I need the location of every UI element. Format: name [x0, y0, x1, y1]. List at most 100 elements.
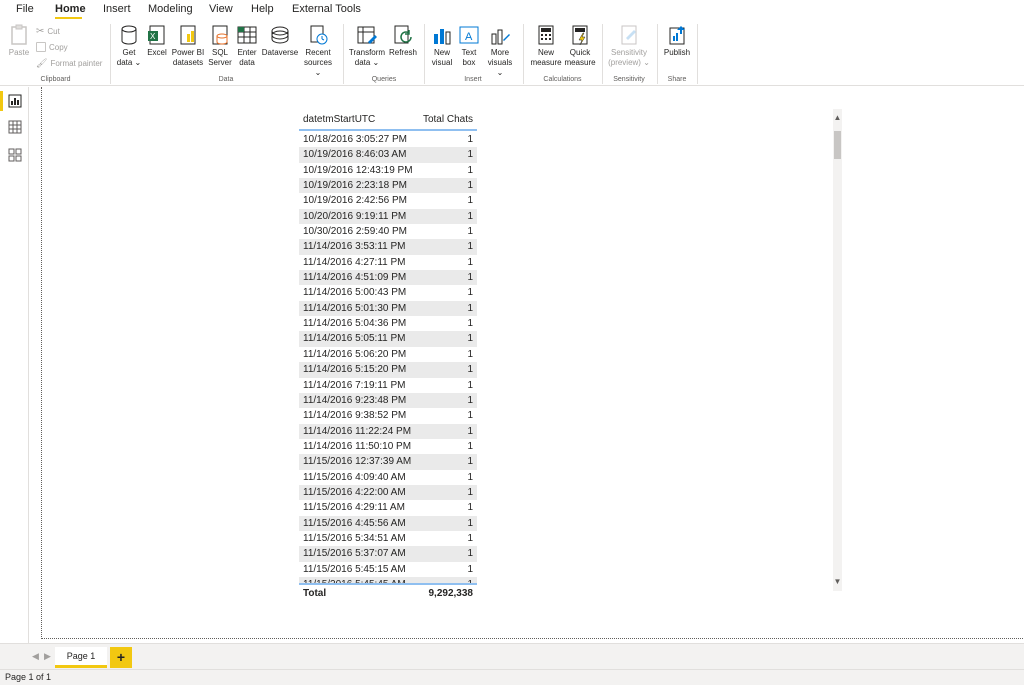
next-page-icon[interactable]: ▶ [44, 651, 51, 662]
total-chats-cell: 1 [467, 348, 473, 360]
menu-insert[interactable]: Insert [103, 3, 131, 15]
recent-sources-label: Recent sources ⌄ [303, 48, 332, 77]
datetime-cell: 10/19/2016 2:42:56 PM [303, 195, 407, 207]
table-row[interactable]: 11/15/2016 5:37:07 AM 1 [299, 546, 477, 562]
scrollbar-thumb[interactable] [834, 131, 841, 159]
menu-home[interactable]: Home [55, 3, 86, 15]
menu-external-tools[interactable]: External Tools [292, 3, 361, 15]
format-painter-button[interactable]: 🖌 Format painter [36, 58, 102, 69]
svg-text:A: A [465, 31, 473, 43]
table-visual[interactable]: datetmStartUTC Total Chats 10/18/2016 3:… [299, 109, 477, 601]
report-view-button[interactable] [0, 89, 29, 113]
datetime-cell: 11/15/2016 4:29:11 AM [303, 502, 405, 514]
refresh-icon [392, 24, 414, 46]
table-row[interactable]: 11/15/2016 12:37:39 AM 1 [299, 454, 477, 470]
datetime-cell: 11/14/2016 5:04:36 PM [303, 318, 407, 330]
excel-button[interactable]: X Excel [145, 24, 169, 58]
table-row[interactable]: 11/15/2016 4:09:40 AM 1 [299, 470, 477, 485]
table-total-row: Total 9,292,338 [299, 583, 477, 601]
table-row[interactable]: 11/14/2016 5:06:20 PM 1 [299, 347, 477, 362]
table-row[interactable]: 11/15/2016 4:22:00 AM 1 [299, 484, 477, 501]
table-row[interactable]: 11/14/2016 5:05:11 PM 1 [299, 331, 477, 347]
share-group-label: Share [667, 76, 687, 83]
datetime-cell: 11/15/2016 5:37:07 AM [303, 548, 406, 560]
total-chats-cell: 1 [467, 210, 473, 222]
menu-file[interactable]: File [16, 3, 34, 15]
paste-button[interactable]: Paste [8, 24, 30, 58]
table-row[interactable]: 11/14/2016 7:19:11 PM 1 [299, 378, 477, 393]
total-chats-cell: 1 [467, 302, 473, 314]
total-chats-cell: 1 [467, 180, 473, 192]
new-measure-button[interactable]: New measure [529, 24, 563, 68]
column-header-total-chats[interactable]: Total Chats [423, 114, 473, 125]
total-chats-cell: 1 [467, 440, 473, 452]
datetime-cell: 11/15/2016 12:37:39 AM [303, 456, 412, 468]
publish-button[interactable]: Publish [662, 24, 692, 58]
copy-icon [36, 42, 46, 52]
data-view-button[interactable] [0, 115, 29, 139]
table-row[interactable]: 11/14/2016 11:50:10 PM 1 [299, 439, 477, 454]
scroll-up-icon[interactable]: ▲ [833, 113, 842, 123]
table-row[interactable]: 11/14/2016 5:04:36 PM 1 [299, 316, 477, 331]
table-row[interactable]: 10/30/2016 2:59:40 PM 1 [299, 224, 477, 239]
table-body: 10/18/2016 3:05:27 PM 1 10/19/2016 8:46:03… [299, 132, 477, 583]
datetime-cell: 11/15/2016 4:45:56 AM [303, 517, 406, 529]
sensitivity-button[interactable]: Sensitivity (preview) ⌄ [607, 24, 651, 68]
table-row[interactable]: 11/14/2016 5:01:30 PM 1 [299, 300, 477, 317]
calculator-icon [535, 24, 557, 46]
group-divider [657, 24, 658, 84]
table-row[interactable]: 10/19/2016 2:23:18 PM 1 [299, 178, 477, 194]
text-box-button[interactable]: A Text box [457, 24, 481, 68]
scroll-down-icon[interactable]: ▼ [833, 577, 842, 587]
table-row[interactable]: 11/15/2016 4:29:11 AM 1 [299, 500, 477, 515]
menu-modeling[interactable]: Modeling [148, 3, 193, 15]
page-tab-1[interactable]: Page 1 [55, 647, 107, 668]
power-bi-datasets-button[interactable]: Power BI datasets [170, 24, 206, 68]
table-row[interactable]: 11/14/2016 11:22:24 PM 1 [299, 423, 477, 439]
refresh-button[interactable]: Refresh [388, 24, 418, 58]
table-row[interactable]: 11/14/2016 4:51:09 PM 1 [299, 270, 477, 286]
quick-measure-button[interactable]: Quick measure [564, 24, 596, 68]
group-divider [602, 24, 603, 84]
dataverse-button[interactable]: Dataverse [261, 24, 299, 58]
table-row[interactable]: 10/18/2016 3:05:27 PM 1 [299, 132, 477, 147]
recent-sources-button[interactable]: Recent sources ⌄ [300, 24, 336, 78]
transform-icon [356, 24, 378, 46]
sql-server-button[interactable]: SQL Server [207, 24, 233, 68]
publish-icon [666, 24, 688, 46]
transform-data-button[interactable]: Transform data ⌄ [348, 24, 386, 68]
menu-view[interactable]: View [209, 3, 233, 15]
table-row[interactable]: 11/15/2016 5:45:15 AM 1 [299, 562, 477, 577]
cut-button[interactable]: ✂ Cut [36, 26, 60, 37]
datetime-cell: 10/30/2016 2:59:40 PM [303, 226, 407, 238]
table-scrollbar[interactable]: ▲ ▼ [833, 109, 842, 591]
table-row[interactable]: 11/14/2016 4:27:11 PM 1 [299, 255, 477, 270]
column-header-datetime[interactable]: datetmStartUTC [303, 114, 375, 125]
total-chats-cell: 1 [467, 548, 473, 560]
get-data-button[interactable]: Get data ⌄ [115, 24, 143, 68]
table-row[interactable]: 11/14/2016 5:00:43 PM 1 [299, 285, 477, 300]
prev-page-icon[interactable]: ◀ [32, 651, 39, 662]
table-row[interactable]: 11/15/2016 5:34:51 AM 1 [299, 531, 477, 546]
model-view-button[interactable] [0, 143, 29, 167]
table-row[interactable]: 10/20/2016 9:19:11 PM 1 [299, 208, 477, 225]
more-visuals-button[interactable]: More visuals ⌄ [484, 24, 516, 78]
copy-button[interactable]: Copy [36, 42, 68, 52]
table-row[interactable]: 10/19/2016 2:42:56 PM 1 [299, 193, 477, 208]
total-chats-cell: 1 [467, 471, 473, 483]
menu-help[interactable]: Help [251, 3, 274, 15]
add-page-button[interactable]: + [110, 647, 132, 668]
group-divider [343, 24, 344, 84]
new-visual-button[interactable]: New visual [429, 24, 455, 68]
table-row[interactable]: 11/14/2016 9:23:48 PM 1 [299, 392, 477, 409]
table-row[interactable]: 10/19/2016 8:46:03 AM 1 [299, 147, 477, 163]
transform-data-label: Transform data ⌄ [348, 48, 386, 67]
total-chats-cell: 1 [467, 333, 473, 345]
table-row[interactable]: 11/14/2016 5:15:20 PM 1 [299, 362, 477, 378]
table-row[interactable]: 11/15/2016 4:45:56 AM 1 [299, 515, 477, 531]
table-row[interactable]: 10/19/2016 12:43:19 PM 1 [299, 163, 477, 178]
datetime-cell: 11/14/2016 5:06:20 PM [303, 348, 407, 360]
table-row[interactable]: 11/14/2016 3:53:11 PM 1 [299, 239, 477, 255]
table-row[interactable]: 11/14/2016 9:38:52 PM 1 [299, 408, 477, 423]
enter-data-button[interactable]: Enter data [234, 24, 260, 68]
